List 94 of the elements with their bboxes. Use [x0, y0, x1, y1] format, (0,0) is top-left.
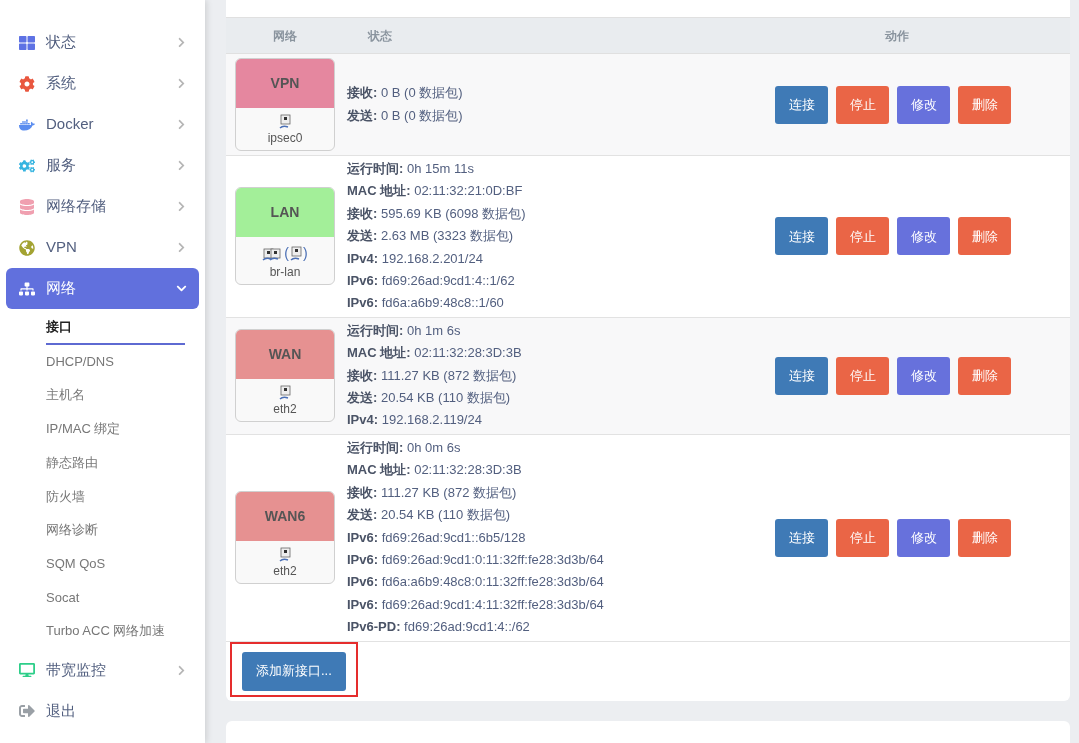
port-icon	[278, 114, 292, 130]
sidebar-item[interactable]: 带宽监控	[6, 649, 199, 691]
sidebar-item[interactable]: 服务	[6, 145, 199, 186]
status-line: MAC 地址: 02:11:32:21:0D:BF	[347, 182, 524, 201]
sidebar-item[interactable]: 网络存储	[6, 186, 199, 227]
sidebar-item[interactable]: 状态	[6, 22, 199, 63]
chevron-right-icon	[176, 201, 187, 212]
interface-badge[interactable]: LAN ( ) br-lan	[235, 187, 335, 286]
action-button[interactable]: 连接	[775, 356, 828, 395]
sidebar-item[interactable]: 系统	[6, 63, 199, 104]
status-line: IPv4: 192.168.2.201/24	[347, 249, 484, 268]
action-button[interactable]: 删除	[958, 356, 1011, 395]
submenu-item[interactable]: SQM QoS	[46, 546, 185, 581]
chevron-right-icon	[176, 664, 187, 676]
status-line: IPv6: fd69:26ad:9cd1::6b5/128	[347, 528, 527, 547]
action-button[interactable]: 停止	[836, 518, 889, 557]
action-button[interactable]: 修改	[897, 356, 950, 395]
add-interface-button[interactable]: 添加新接口...	[242, 651, 346, 691]
status-line: IPv6: fd69:26ad:9cd1:0:11:32ff:fe28:3d3b/64	[347, 550, 605, 569]
logout-icon	[19, 703, 35, 720]
status-line: 运行时间: 0h 1m 6s	[347, 321, 462, 340]
status-line: 接收: 0 B (0 数据包)	[347, 84, 464, 103]
status-line: 发送: 2.63 MB (3323 数据包)	[347, 227, 515, 246]
chevron-right-icon	[176, 242, 187, 253]
action-button[interactable]: 连接	[775, 518, 828, 557]
status-line: IPv6: fd69:26ad:9cd1:4:11:32ff:fe28:3d3b/64	[347, 595, 605, 614]
column-header: 动作	[884, 27, 910, 45]
device-name: eth2	[273, 401, 297, 418]
column-header: 状态	[366, 27, 393, 45]
port-icon	[289, 245, 303, 262]
status-line: 运行时间: 0h 0m 6s	[347, 438, 462, 457]
status-line: IPv6: fd6a:a6b9:48c8::1/60	[347, 294, 505, 313]
action-button[interactable]: 删除	[958, 518, 1011, 557]
database-icon	[19, 198, 35, 215]
submenu-item[interactable]: 接口	[46, 311, 185, 345]
globe-icon	[19, 239, 35, 256]
status-line: 接收: 595.69 KB (6098 数据包)	[347, 204, 527, 223]
sidebar-item[interactable]: VPN	[6, 227, 199, 268]
status-line: IPv6: fd6a:a6b9:48c8:0:11:32ff:fe28:3d3b/64	[347, 573, 605, 592]
submenu-item[interactable]: 防火墙	[46, 479, 185, 514]
status-line: 运行时间: 0h 15m 11s	[347, 160, 475, 178]
action-button[interactable]: 停止	[836, 85, 889, 124]
port-icon	[278, 385, 292, 402]
status-line: 发送: 20.54 KB (110 数据包)	[347, 389, 512, 408]
submenu-item[interactable]: 主机名	[46, 378, 185, 413]
action-button[interactable]: 修改	[897, 217, 950, 256]
submenu-item[interactable]: 网络诊断	[46, 513, 185, 547]
action-button[interactable]: 修改	[897, 518, 950, 557]
interface-badge[interactable]: WAN eth2	[235, 329, 335, 423]
dashboard-icon	[19, 34, 35, 51]
action-button[interactable]: 连接	[775, 85, 828, 124]
action-button[interactable]: 删除	[958, 217, 1011, 256]
status-line: MAC 地址: 02:11:32:28:3D:3B	[347, 344, 523, 363]
device-name: br-lan	[269, 264, 301, 281]
action-button[interactable]: 删除	[958, 85, 1011, 124]
sidebar-item[interactable]: Docker	[6, 104, 199, 145]
bracket: )	[303, 244, 308, 264]
chevron-right-icon	[176, 78, 187, 89]
status-line: MAC 地址: 02:11:32:28:3D:3B	[347, 461, 523, 480]
whale-icon	[19, 116, 35, 133]
bracket: (	[284, 244, 289, 264]
status-line: 发送: 20.54 KB (110 数据包)	[347, 506, 512, 525]
chevron-right-icon	[176, 160, 187, 171]
port-icon	[278, 547, 292, 564]
status-line: IPv6-PD: fd69:26ad:9cd1:4::/62	[347, 618, 531, 637]
ports-icon	[262, 245, 283, 262]
submenu-item[interactable]: Socat	[46, 580, 185, 615]
gear-icon	[19, 75, 35, 92]
interface-badge[interactable]: VPN ipsec0	[235, 58, 335, 151]
chevron-down-icon	[176, 283, 187, 294]
monitor-icon	[19, 662, 35, 679]
interface-badge[interactable]: WAN6 eth2	[235, 491, 335, 585]
status-line: IPv6: fd69:26ad:9cd1:4::1/62	[347, 272, 516, 291]
submenu-item[interactable]: IP/MAC 绑定	[46, 412, 185, 446]
action-button[interactable]: 停止	[836, 356, 889, 395]
network-icon	[19, 280, 35, 297]
sidebar-item[interactable]: 网络	[6, 268, 199, 309]
status-line: 发送: 0 B (0 数据包)	[347, 106, 464, 125]
action-button[interactable]: 修改	[897, 85, 950, 124]
submenu-item[interactable]: 静态路由	[46, 445, 185, 480]
sidebar-item[interactable]: 退出	[6, 690, 199, 732]
chevron-right-icon	[176, 37, 187, 48]
chevron-right-icon	[176, 119, 187, 130]
action-button[interactable]: 连接	[775, 217, 828, 256]
status-line: IPv4: 192.168.2.119/24	[347, 411, 483, 430]
column-header: 网络	[272, 27, 298, 45]
status-line: 接收: 111.27 KB (872 数据包)	[347, 366, 518, 385]
submenu-item[interactable]: Turbo ACC 网络加速	[46, 614, 185, 648]
submenu-item[interactable]: DHCP/DNS	[46, 344, 185, 379]
action-button[interactable]: 停止	[836, 217, 889, 256]
device-name: ipsec0	[267, 130, 303, 146]
status-line: 接收: 111.27 KB (872 数据包)	[347, 483, 518, 502]
gears-icon	[19, 157, 35, 174]
device-name: eth2	[273, 563, 297, 580]
